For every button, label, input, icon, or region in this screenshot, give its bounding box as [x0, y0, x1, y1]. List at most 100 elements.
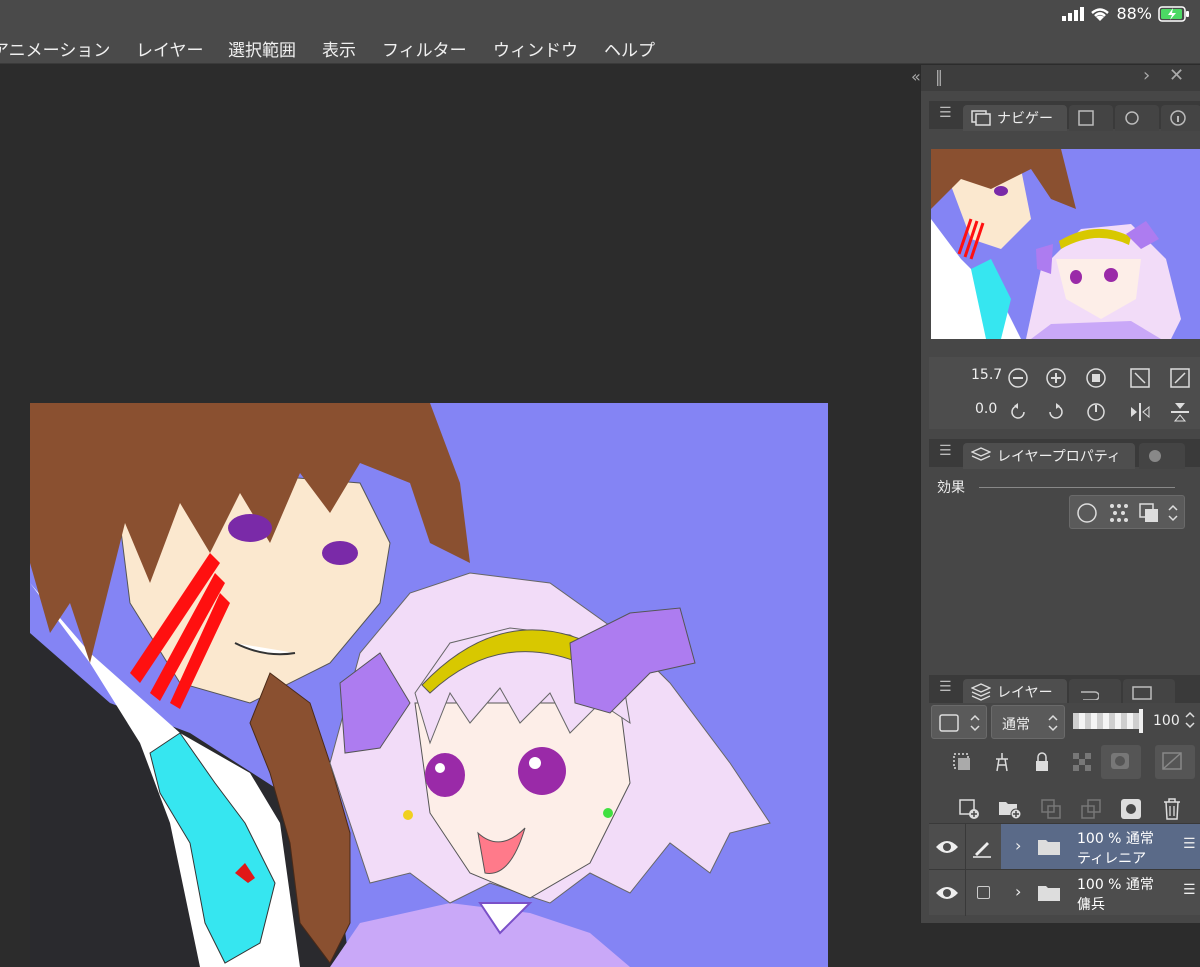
- rotate-left-icon[interactable]: [1007, 401, 1029, 423]
- fit-screen-icon[interactable]: [1129, 367, 1151, 389]
- eye-icon[interactable]: [935, 838, 959, 856]
- expand-chevron-icon[interactable]: ›: [1015, 836, 1021, 855]
- opacity-value[interactable]: 100: [1153, 713, 1180, 729]
- menu-hamburger-icon[interactable]: ☰: [939, 443, 952, 459]
- layer-opacity-blend: 100 % 通常: [1077, 831, 1154, 847]
- layer-name: 傭兵: [1077, 897, 1105, 913]
- border-effect-icon[interactable]: [1076, 502, 1098, 524]
- tab-layer[interactable]: レイヤー: [963, 679, 1067, 705]
- navigator-controls: 15.7 0.0: [929, 357, 1200, 429]
- transfer-down-icon[interactable]: [1039, 797, 1063, 821]
- mask-icon[interactable]: [1109, 751, 1135, 773]
- menu-view[interactable]: 表示: [322, 36, 356, 61]
- chevron-updown-icon: [1048, 714, 1058, 732]
- opacity-slider[interactable]: [1073, 713, 1141, 729]
- tab-history[interactable]: [1069, 679, 1121, 705]
- reference-layer-icon[interactable]: [991, 751, 1013, 773]
- blend-mode-value: 通常: [1002, 717, 1030, 733]
- layer-name: ティレニア: [1077, 851, 1147, 867]
- layer-property-icon: [971, 447, 991, 461]
- tab-info[interactable]: [1161, 105, 1200, 131]
- menu-layer[interactable]: レイヤー: [136, 36, 204, 61]
- tone-effect-icon[interactable]: [1108, 502, 1130, 524]
- trash-icon[interactable]: [1161, 797, 1183, 821]
- layer-property-body: 効果: [929, 469, 1200, 665]
- layer-checkbox[interactable]: [977, 886, 990, 899]
- close-icon[interactable]: ✕: [1169, 65, 1184, 86]
- layer-icon: [971, 683, 991, 701]
- panel-top-bar: « ‖ › ✕: [911, 65, 1200, 91]
- navigator-icon: [971, 110, 991, 126]
- info-icon: [1170, 110, 1186, 126]
- zoom-value[interactable]: 15.7: [971, 367, 1002, 383]
- effects-divider: [979, 487, 1175, 488]
- actual-size-icon[interactable]: [1085, 367, 1107, 389]
- folder-icon: [1038, 840, 1060, 855]
- layer-color-icon[interactable]: [1138, 502, 1160, 524]
- lock-icon[interactable]: [1031, 751, 1053, 773]
- layer-property-tab-label: レイヤープロパティ: [997, 449, 1121, 465]
- layer-header: ☰ レイヤー: [929, 675, 1200, 705]
- rotate-right-icon[interactable]: [1045, 401, 1067, 423]
- menu-hamburger-icon[interactable]: ☰: [939, 679, 952, 695]
- navigator-tab-label: ナビゲー: [997, 111, 1053, 127]
- drag-handle-icon[interactable]: ‖: [935, 67, 943, 86]
- tab-sub-view[interactable]: [1069, 105, 1113, 131]
- clipping-icon[interactable]: [951, 751, 973, 773]
- zoom-out-icon[interactable]: [1007, 367, 1029, 389]
- drag-handle-icon[interactable]: ☰: [1183, 882, 1196, 898]
- chevron-updown-icon[interactable]: [1166, 502, 1180, 524]
- tab-animation[interactable]: [1123, 679, 1175, 705]
- flip-horizontal-icon[interactable]: [1129, 401, 1151, 423]
- rotation-value[interactable]: 0.0: [975, 401, 997, 417]
- opacity-slider-handle[interactable]: [1139, 709, 1143, 733]
- layer-row[interactable]: › 100 % 通常 ティレニア ☰: [929, 823, 1200, 870]
- collapse-left-icon[interactable]: «: [911, 67, 921, 86]
- menu-filter[interactable]: フィルター: [382, 36, 467, 61]
- artwork-canvas[interactable]: [30, 403, 828, 967]
- reset-rotation-icon[interactable]: [1085, 401, 1107, 423]
- new-folder-icon[interactable]: [997, 797, 1023, 821]
- effects-label: 効果: [937, 480, 965, 496]
- search-layer-icon: [1149, 450, 1161, 462]
- film-icon: [1132, 686, 1152, 700]
- menu-help[interactable]: ヘルプ: [604, 36, 655, 61]
- layer-row[interactable]: › 100 % 通常 傭兵 ☰: [929, 869, 1200, 916]
- canvas-area[interactable]: [0, 65, 920, 967]
- tab-color[interactable]: [1115, 105, 1159, 131]
- signal-icon: [1062, 6, 1085, 21]
- new-raster-layer-icon[interactable]: [957, 797, 981, 821]
- blend-color-selector[interactable]: [931, 705, 987, 739]
- lock-transparent-icon[interactable]: [1071, 751, 1093, 773]
- pen-icon[interactable]: [971, 836, 993, 858]
- ruler-icon[interactable]: [1161, 751, 1187, 773]
- artwork-illustration: [30, 403, 828, 967]
- folder-icon: [1038, 886, 1060, 901]
- create-mask-icon[interactable]: [1119, 797, 1143, 821]
- navigator-header: ☰ ナビゲー: [929, 101, 1200, 131]
- tab-navigator[interactable]: ナビゲー: [963, 105, 1067, 131]
- blend-mode-select[interactable]: 通常: [991, 705, 1065, 739]
- fit-window-icon[interactable]: [1169, 367, 1191, 389]
- flip-vertical-icon[interactable]: [1169, 401, 1191, 423]
- menu-hamburger-icon[interactable]: ☰: [939, 105, 952, 121]
- chevron-right-icon[interactable]: ›: [1143, 65, 1150, 86]
- right-panel: « ‖ › ✕ ☰ ナビゲー 15.7 0.0 ☰ レイヤープロパティ 効果 ☰…: [911, 65, 1200, 923]
- menu-window[interactable]: ウィンドウ: [493, 36, 578, 61]
- tab-layer-property[interactable]: レイヤープロパティ: [963, 443, 1135, 469]
- cell-divider: [965, 870, 966, 916]
- menu-animation[interactable]: アニメーション: [0, 36, 110, 61]
- combine-layers-icon[interactable]: [1079, 797, 1103, 821]
- chevron-updown-icon[interactable]: [1183, 709, 1197, 731]
- sub-view-icon: [1078, 110, 1094, 126]
- effects-group: [1069, 495, 1185, 529]
- menu-selection[interactable]: 選択範囲: [228, 36, 296, 61]
- tab-search-layer[interactable]: [1139, 443, 1185, 469]
- layer-color-box-icon: [939, 714, 959, 732]
- eye-icon[interactable]: [935, 884, 959, 902]
- status-bar: 88%: [0, 0, 1200, 28]
- zoom-in-icon[interactable]: [1045, 367, 1067, 389]
- drag-handle-icon[interactable]: ☰: [1183, 836, 1196, 852]
- navigator-preview[interactable]: [931, 149, 1200, 339]
- expand-chevron-icon[interactable]: ›: [1015, 882, 1021, 901]
